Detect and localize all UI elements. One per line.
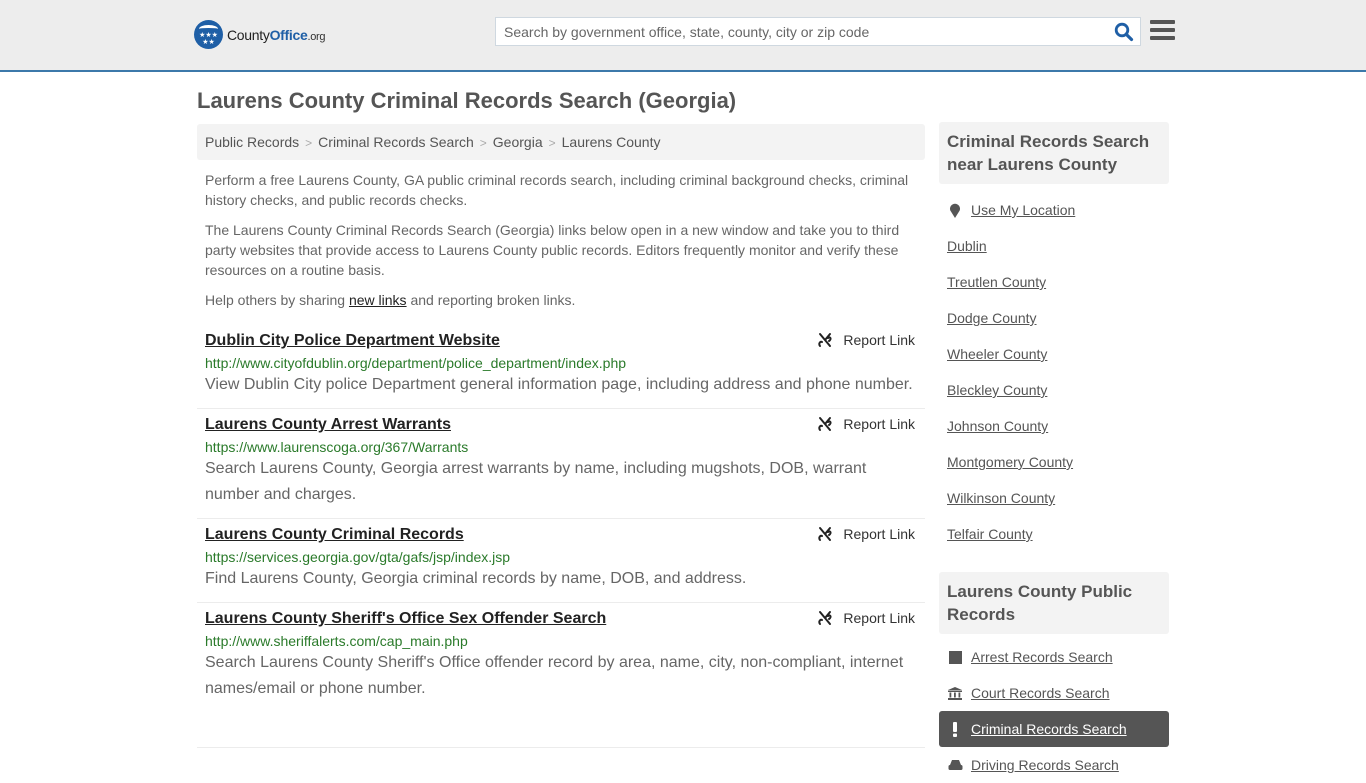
sidebar-nearby: Criminal Records Search near Laurens Cou… — [939, 122, 1169, 552]
nearby-item[interactable]: Bleckley County — [947, 372, 1161, 408]
menu-bar — [1150, 36, 1175, 40]
nearby-link[interactable]: Dodge County — [947, 310, 1037, 326]
search-button[interactable] — [1114, 22, 1134, 42]
nearby-link[interactable]: Treutlen County — [947, 274, 1046, 290]
result-item: Dublin City Police Department Website Re… — [197, 325, 925, 409]
result-url: https://services.georgia.gov/gta/gafs/js… — [205, 549, 511, 565]
site-header: ★★★ ★★ CountyOffice.org — [0, 0, 1366, 72]
disclaimer-paragraph: The Laurens County Criminal Records Sear… — [205, 222, 900, 278]
public-records-item-driving[interactable]: Driving Records Search — [947, 747, 1161, 783]
search-icon — [1114, 22, 1134, 42]
report-link-button[interactable]: Report Link — [817, 416, 915, 432]
hamburger-menu-button[interactable] — [1150, 20, 1175, 42]
nearby-item[interactable]: Montgomery County — [947, 444, 1161, 480]
nearby-item[interactable]: Dodge County — [947, 300, 1161, 336]
sidebar-nearby-heading: Criminal Records Search near Laurens Cou… — [939, 122, 1169, 184]
sidebar-public-records-heading: Laurens County Public Records — [939, 572, 1169, 634]
nearby-link[interactable]: Telfair County — [947, 526, 1033, 542]
nearby-item[interactable]: Johnson County — [947, 408, 1161, 444]
square-icon — [947, 650, 963, 664]
nearby-item[interactable]: Treutlen County — [947, 264, 1161, 300]
nearby-link[interactable]: Montgomery County — [947, 454, 1073, 470]
results-divider — [197, 712, 925, 748]
breadcrumb: Public Records > Criminal Records Search > G… — [197, 124, 925, 160]
menu-bar — [1150, 28, 1175, 32]
search-box — [495, 17, 1141, 46]
intro-text: Perform a free Laurens County, GA public… — [205, 170, 923, 320]
nearby-link[interactable]: Wheeler County — [947, 346, 1047, 362]
result-item: Laurens County Arrest Warrants Report Li… — [197, 409, 925, 519]
report-link-button[interactable]: Report Link — [817, 610, 915, 626]
broken-link-icon — [818, 527, 832, 541]
nearby-item[interactable]: Wilkinson County — [947, 480, 1161, 516]
result-item: Laurens County Sheriff's Office Sex Offe… — [197, 603, 925, 712]
result-description: Search Laurens County, Georgia arrest wa… — [205, 460, 867, 503]
report-link-button[interactable]: Report Link — [817, 526, 915, 542]
public-records-link[interactable]: Criminal Records Search — [971, 721, 1127, 737]
new-links-link[interactable]: new links — [349, 292, 407, 308]
nearby-link[interactable]: Johnson County — [947, 418, 1048, 434]
result-title-link[interactable]: Laurens County Criminal Records — [205, 525, 464, 545]
broken-link-icon — [818, 417, 832, 431]
breadcrumb-separator: > — [548, 136, 556, 150]
courthouse-icon — [947, 686, 963, 700]
broken-link-icon — [818, 611, 832, 625]
nearby-link[interactable]: Bleckley County — [947, 382, 1047, 398]
public-records-link[interactable]: Driving Records Search — [971, 757, 1119, 773]
menu-bar — [1150, 20, 1175, 24]
share-paragraph: Help others by sharing new links and rep… — [205, 292, 576, 308]
breadcrumb-criminal-records-search[interactable]: Criminal Records Search — [318, 134, 474, 150]
logo-text: CountyOffice.org — [227, 26, 326, 43]
report-link-button[interactable]: Report Link — [817, 332, 915, 348]
breadcrumb-public-records[interactable]: Public Records — [205, 134, 299, 150]
nearby-item[interactable]: Telfair County — [947, 516, 1161, 552]
nearby-link[interactable]: Wilkinson County — [947, 490, 1055, 506]
public-records-item-criminal[interactable]: Criminal Records Search — [939, 711, 1169, 747]
result-url: http://www.sheriffalerts.com/cap_main.ph… — [205, 633, 468, 649]
use-my-location-item[interactable]: Use My Location — [947, 192, 1161, 228]
breadcrumb-separator: > — [479, 136, 487, 150]
result-description: Search Laurens County Sheriff's Office o… — [205, 654, 904, 697]
result-description: Find Laurens County, Georgia criminal re… — [205, 570, 747, 587]
nearby-item[interactable]: Dublin — [947, 228, 1161, 264]
result-title-link[interactable]: Laurens County Arrest Warrants — [205, 415, 451, 435]
search-input[interactable] — [496, 18, 1096, 45]
site-logo[interactable]: ★★★ ★★ CountyOffice.org — [194, 20, 326, 49]
logo-eagle-icon: ★★★ ★★ — [194, 20, 223, 49]
results-list: Dublin City Police Department Website Re… — [197, 325, 925, 748]
nearby-link[interactable]: Dublin — [947, 238, 987, 254]
public-records-item-arrest[interactable]: Arrest Records Search — [947, 639, 1161, 675]
broken-link-icon — [818, 333, 832, 347]
car-icon — [947, 759, 963, 772]
result-title-link[interactable]: Dublin City Police Department Website — [205, 331, 500, 351]
nearby-item[interactable]: Wheeler County — [947, 336, 1161, 372]
exclamation-icon — [947, 721, 963, 737]
breadcrumb-separator: > — [305, 136, 313, 150]
result-url: https://www.laurenscoga.org/367/Warrants — [205, 439, 469, 455]
result-url: http://www.cityofdublin.org/department/p… — [205, 355, 627, 371]
public-records-link[interactable]: Arrest Records Search — [971, 649, 1113, 665]
public-records-link[interactable]: Court Records Search — [971, 685, 1110, 701]
breadcrumb-georgia[interactable]: Georgia — [493, 134, 543, 150]
intro-paragraph: Perform a free Laurens County, GA public… — [205, 172, 909, 208]
breadcrumb-laurens-county[interactable]: Laurens County — [562, 134, 661, 150]
page-title: Laurens County Criminal Records Search (… — [197, 88, 737, 113]
result-description: View Dublin City police Department gener… — [205, 376, 913, 393]
result-title-link[interactable]: Laurens County Sheriff's Office Sex Offe… — [205, 609, 606, 629]
sidebar-public-records: Laurens County Public Records Arrest Rec… — [939, 572, 1169, 783]
public-records-item-court[interactable]: Court Records Search — [947, 675, 1161, 711]
map-pin-icon — [947, 203, 963, 218]
use-my-location-link[interactable]: Use My Location — [971, 202, 1075, 218]
result-item: Laurens County Criminal Records Report L… — [197, 519, 925, 603]
